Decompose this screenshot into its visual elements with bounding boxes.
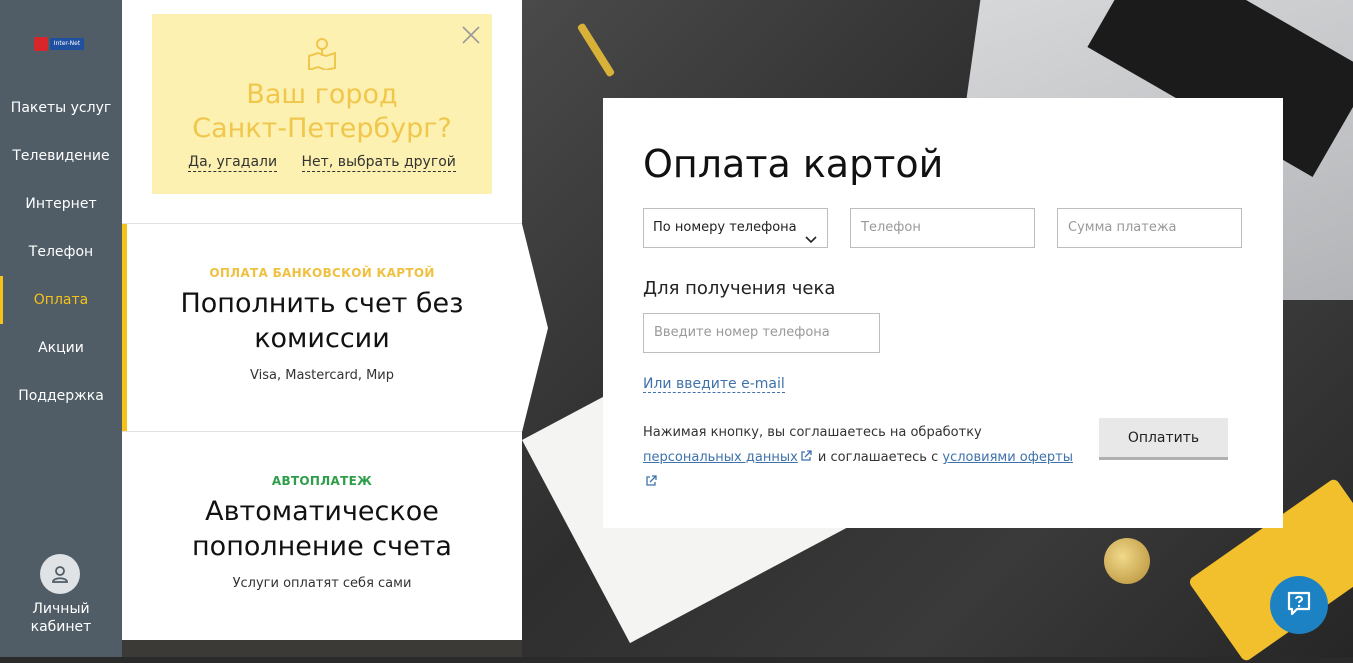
city-question-line1: Ваш город <box>246 79 398 110</box>
receipt-phone-input[interactable]: Введите номер телефона <box>643 313 880 353</box>
city-confirm-link[interactable]: Да, угадали <box>188 154 278 172</box>
section-title: Автоматическое пополнение счета <box>122 494 522 564</box>
sidebar-item-promotions[interactable]: Акции <box>0 324 122 372</box>
consent-text: Нажимая кнопку, вы соглашаетесь на обраб… <box>643 420 1083 495</box>
active-section-arrow <box>522 224 548 432</box>
sidebar-item-payment[interactable]: Оплата <box>0 276 122 324</box>
city-links: Да, угадали Нет, выбрать другой <box>152 154 492 172</box>
sidebar-item-phone[interactable]: Телефон <box>0 228 122 276</box>
external-link-icon <box>645 471 657 486</box>
section-label: ОПЛАТА БАНКОВСКОЙ КАРТОЙ <box>209 266 435 280</box>
receipt-label: Для получения чека <box>643 278 836 299</box>
logo[interactable]: Inter-Net <box>34 36 86 52</box>
external-link-icon <box>800 446 812 461</box>
section-label: АВТОПЛАТЕЖ <box>271 474 373 488</box>
sidebar-item-packages[interactable]: Пакеты услуг <box>0 84 122 132</box>
coin-decoration <box>1104 538 1150 584</box>
autopay-option[interactable]: АВТОПЛАТЕЖ Автоматическое пополнение сче… <box>122 474 522 591</box>
cabinet-label-line2: кабинет <box>30 619 92 635</box>
payment-method-select[interactable]: По номеру телефона <box>643 208 828 248</box>
phone-input[interactable]: Телефон <box>850 208 1035 248</box>
sidebar-item-tv[interactable]: Телевидение <box>0 132 122 180</box>
panel-footer-strip <box>122 640 522 657</box>
section-title-line2: комиссии <box>254 323 390 354</box>
card-payment-form: Оплата картой По номеру телефона Телефон… <box>603 98 1283 528</box>
chevron-down-icon <box>805 223 817 244</box>
section-title: Пополнить счет без комиссии <box>122 286 522 356</box>
sidebar-item-support[interactable]: Поддержка <box>0 372 122 420</box>
sidebar-item-internet[interactable]: Интернет <box>0 180 122 228</box>
payment-method-value: По номеру телефона <box>653 220 797 235</box>
section-title-line1: Пополнить счет без <box>180 288 464 319</box>
divider <box>122 223 522 224</box>
payment-options-panel: Ваш город Санкт-Петербург? Да, угадали Н… <box>122 0 522 640</box>
section-subtitle: Visa, Mastercard, Мир <box>250 368 394 383</box>
page-title: Оплата картой <box>643 142 944 186</box>
cabinet-label-line1: Личный <box>32 601 90 617</box>
logo-mark <box>34 37 48 51</box>
city-prompt: Ваш город Санкт-Петербург? Да, угадали Н… <box>152 14 492 194</box>
close-icon[interactable] <box>460 24 482 46</box>
pay-button[interactable]: Оплатить <box>1099 418 1228 460</box>
consent-text-2: и соглашаетесь с <box>813 450 943 465</box>
offer-terms-link[interactable]: условиями оферты <box>942 450 1073 465</box>
bank-card-option[interactable]: ОПЛАТА БАНКОВСКОЙ КАРТОЙ Пополнить счет … <box>122 266 522 383</box>
section-title-line1: Автоматическое <box>205 496 439 527</box>
section-title-line2: пополнение счета <box>192 531 452 562</box>
section-subtitle: Услуги оплатят себя сами <box>232 576 412 591</box>
consent-text-1: Нажимая кнопку, вы соглашаетесь на обраб… <box>643 425 982 440</box>
email-toggle-link[interactable]: Или введите e-mail <box>643 376 785 393</box>
city-change-link[interactable]: Нет, выбрать другой <box>301 154 456 172</box>
city-question-line2: Санкт-Петербург? <box>192 113 452 144</box>
personal-data-link[interactable]: персональных данных <box>643 450 798 465</box>
amount-input[interactable]: Сумма платежа <box>1057 208 1242 248</box>
map-pin-icon <box>306 36 338 72</box>
help-chat-button[interactable] <box>1270 576 1328 634</box>
personal-account-link[interactable]: Личный кабинет <box>0 600 122 636</box>
logo-text: Inter-Net <box>50 38 84 50</box>
divider <box>122 431 522 432</box>
user-icon[interactable] <box>40 554 80 594</box>
question-chat-icon <box>1285 589 1313 621</box>
sidebar: Inter-Net Пакеты услуг Телевидение Интер… <box>0 0 122 657</box>
city-question: Ваш город Санкт-Петербург? <box>152 78 492 146</box>
